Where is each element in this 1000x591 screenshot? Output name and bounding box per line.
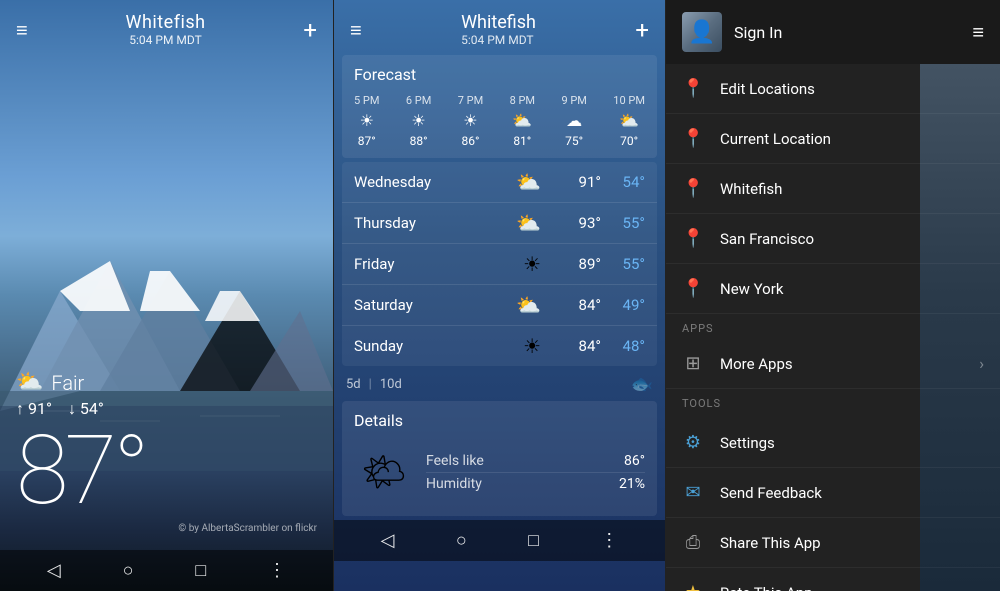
details-items: Feels like 86° Humidity 21% xyxy=(426,450,645,495)
forecast-hamburger[interactable]: ≡ xyxy=(350,20,362,40)
condition-text: Fair xyxy=(51,371,84,395)
whitefish-label: Whitefish xyxy=(720,180,984,198)
menu-item-edit-locations[interactable]: 📍 Edit Locations xyxy=(666,64,1000,114)
menu-content: 👤 Sign In ≡ 📍 Edit Locations 📍 Current L… xyxy=(666,0,1000,591)
star-icon: ★ xyxy=(682,582,704,591)
hour-item-0: 5 PM ☀ 87° xyxy=(354,94,379,148)
weather-main: ⛅ Fair 91° 54° 87° © by AlbertaScrambler… xyxy=(0,55,333,550)
menu-item-settings[interactable]: ⚙ Settings xyxy=(666,418,1000,468)
san-francisco-location-icon: 📍 xyxy=(682,228,704,249)
share-icon: ⎙ xyxy=(682,532,704,553)
hour-item-4: 9 PM ☁ 75° xyxy=(561,94,586,148)
forecast-time: 5:04 PM MDT xyxy=(461,33,536,47)
menu-item-current-location[interactable]: 📍 Current Location xyxy=(666,114,1000,164)
daily-row-0: Wednesday ⛅ 91° 54° xyxy=(342,162,657,203)
new-york-location-icon: 📍 xyxy=(682,278,704,299)
menu-item-san-francisco[interactable]: 📍 San Francisco xyxy=(666,214,1000,264)
daily-row-1: Thursday ⛅ 93° 55° xyxy=(342,203,657,244)
city-time: 5:04 PM MDT xyxy=(126,33,206,47)
back-button-2[interactable]: ◁ xyxy=(381,530,395,551)
menu-panel: 👤 Sign In ≡ 📍 Edit Locations 📍 Current L… xyxy=(666,0,1000,591)
details-row: 🌤 Feels like 86° Humidity 21% xyxy=(354,438,645,506)
new-york-label: New York xyxy=(720,280,984,298)
apps-section-label: Apps xyxy=(666,314,1000,339)
main-weather-panel: ≡ Whitefish 5:04 PM MDT + ⛅ Fair 91° 54° xyxy=(0,0,333,591)
hour-item-2: 7 PM ☀ 86° xyxy=(458,94,483,148)
photo-credit: © by AlbertaScrambler on flickr xyxy=(16,523,317,534)
sign-in-label[interactable]: Sign In xyxy=(722,23,972,42)
forecast-content: ≡ Whitefish 5:04 PM MDT + Forecast 5 PM … xyxy=(334,0,665,591)
settings-gear-icon: ⚙ xyxy=(682,432,704,453)
hourly-forecast-section: Forecast 5 PM ☀ 87° 6 PM ☀ 88° 7 PM ☀ 86… xyxy=(342,55,657,158)
forecast-controls: 5d | 10d 🐟 xyxy=(334,368,665,401)
details-section: Details 🌤 Feels like 86° Humidity 21% xyxy=(342,401,657,516)
menu-item-whitefish[interactable]: 📍 Whitefish xyxy=(666,164,1000,214)
edit-locations-label: Edit Locations xyxy=(720,80,984,98)
forecast-title: Forecast xyxy=(354,65,645,84)
main-overlay: ≡ Whitefish 5:04 PM MDT + ⛅ Fair 91° 54° xyxy=(0,0,333,591)
back-button[interactable]: ◁ xyxy=(47,560,61,581)
daily-forecast-section: Wednesday ⛅ 91° 54° Thursday ⛅ 93° 55° F… xyxy=(342,162,657,366)
avatar[interactable]: 👤 xyxy=(682,12,722,52)
daily-row-3: Saturday ⛅ 84° 49° xyxy=(342,285,657,326)
more-button-2[interactable]: ⋮ xyxy=(600,530,618,551)
menu-item-send-feedback[interactable]: ✉ Send Feedback xyxy=(666,468,1000,518)
humidity-item: Humidity 21% xyxy=(426,473,645,495)
hourly-row: 5 PM ☀ 87° 6 PM ☀ 88° 7 PM ☀ 86° 8 PM ⛅ xyxy=(354,94,645,148)
city-info: Whitefish 5:04 PM MDT xyxy=(126,12,206,47)
weather-condition: ⛅ Fair xyxy=(16,370,317,395)
fish-icon: 🐟 xyxy=(631,374,653,395)
menu-item-new-york[interactable]: 📍 New York xyxy=(666,264,1000,314)
rate-app-label: Rate This App xyxy=(720,584,984,591)
home-button[interactable]: ○ xyxy=(123,560,134,581)
chevron-right-icon: › xyxy=(979,354,984,373)
forecast-city-info: Whitefish 5:04 PM MDT xyxy=(461,12,536,47)
settings-label: Settings xyxy=(720,434,984,452)
top-bar: ≡ Whitefish 5:04 PM MDT + xyxy=(0,0,333,55)
more-button[interactable]: ⋮ xyxy=(268,560,286,581)
more-apps-icon: ⊞ xyxy=(682,353,704,374)
pin-yellow-icon: 📍 xyxy=(682,78,704,99)
menu-item-more-apps[interactable]: ⊞ More Apps › xyxy=(666,339,1000,389)
hamburger-icon[interactable]: ≡ xyxy=(16,20,28,40)
san-francisco-label: San Francisco xyxy=(720,230,984,248)
condition-icon: ⛅ xyxy=(16,370,43,395)
forecast-add-button[interactable]: + xyxy=(635,18,649,42)
menu-item-share-app[interactable]: ⎙ Share This App xyxy=(666,518,1000,568)
feels-like-item: Feels like 86° xyxy=(426,450,645,473)
daily-row-4: Sunday ☀ 84° 48° xyxy=(342,326,657,366)
daily-row-2: Friday ☀ 89° 55° xyxy=(342,244,657,285)
weather-detail-icon: 🌤 xyxy=(354,442,414,502)
menu-hamburger-icon[interactable]: ≡ xyxy=(972,20,984,45)
share-app-label: Share This App xyxy=(720,534,984,552)
recent-button[interactable]: □ xyxy=(195,560,206,581)
hour-item-5: 10 PM ⛅ 70° xyxy=(613,94,645,148)
hour-item-3: 8 PM ⛅ 81° xyxy=(510,94,535,148)
hour-item-1: 6 PM ☀ 88° xyxy=(406,94,431,148)
nav-bar-2: ◁ ○ □ ⋮ xyxy=(334,520,665,561)
forecast-panel: ≡ Whitefish 5:04 PM MDT + Forecast 5 PM … xyxy=(333,0,666,591)
details-title: Details xyxy=(354,411,645,430)
more-apps-label: More Apps xyxy=(720,355,963,373)
nav-bar-1: ◁ ○ □ ⋮ xyxy=(0,550,333,591)
current-location-icon: 📍 xyxy=(682,128,704,149)
forecast-top-bar: ≡ Whitefish 5:04 PM MDT + xyxy=(334,0,665,55)
add-location-button[interactable]: + xyxy=(303,18,317,42)
feedback-icon: ✉ xyxy=(682,482,704,503)
menu-item-rate-app[interactable]: ★ Rate This App xyxy=(666,568,1000,591)
main-temperature: 87° xyxy=(16,423,317,519)
city-name: Whitefish xyxy=(126,12,206,33)
home-button-2[interactable]: ○ xyxy=(456,530,467,551)
menu-header: 👤 Sign In ≡ xyxy=(666,0,1000,64)
send-feedback-label: Send Feedback xyxy=(720,484,984,502)
tools-section-label: Tools xyxy=(666,389,1000,414)
current-location-label: Current Location xyxy=(720,130,984,148)
recent-button-2[interactable]: □ xyxy=(528,530,539,551)
10d-button[interactable]: 10d xyxy=(380,377,402,392)
forecast-city-name: Whitefish xyxy=(461,12,536,33)
5d-button[interactable]: 5d xyxy=(346,377,361,392)
whitefish-location-icon: 📍 xyxy=(682,178,704,199)
